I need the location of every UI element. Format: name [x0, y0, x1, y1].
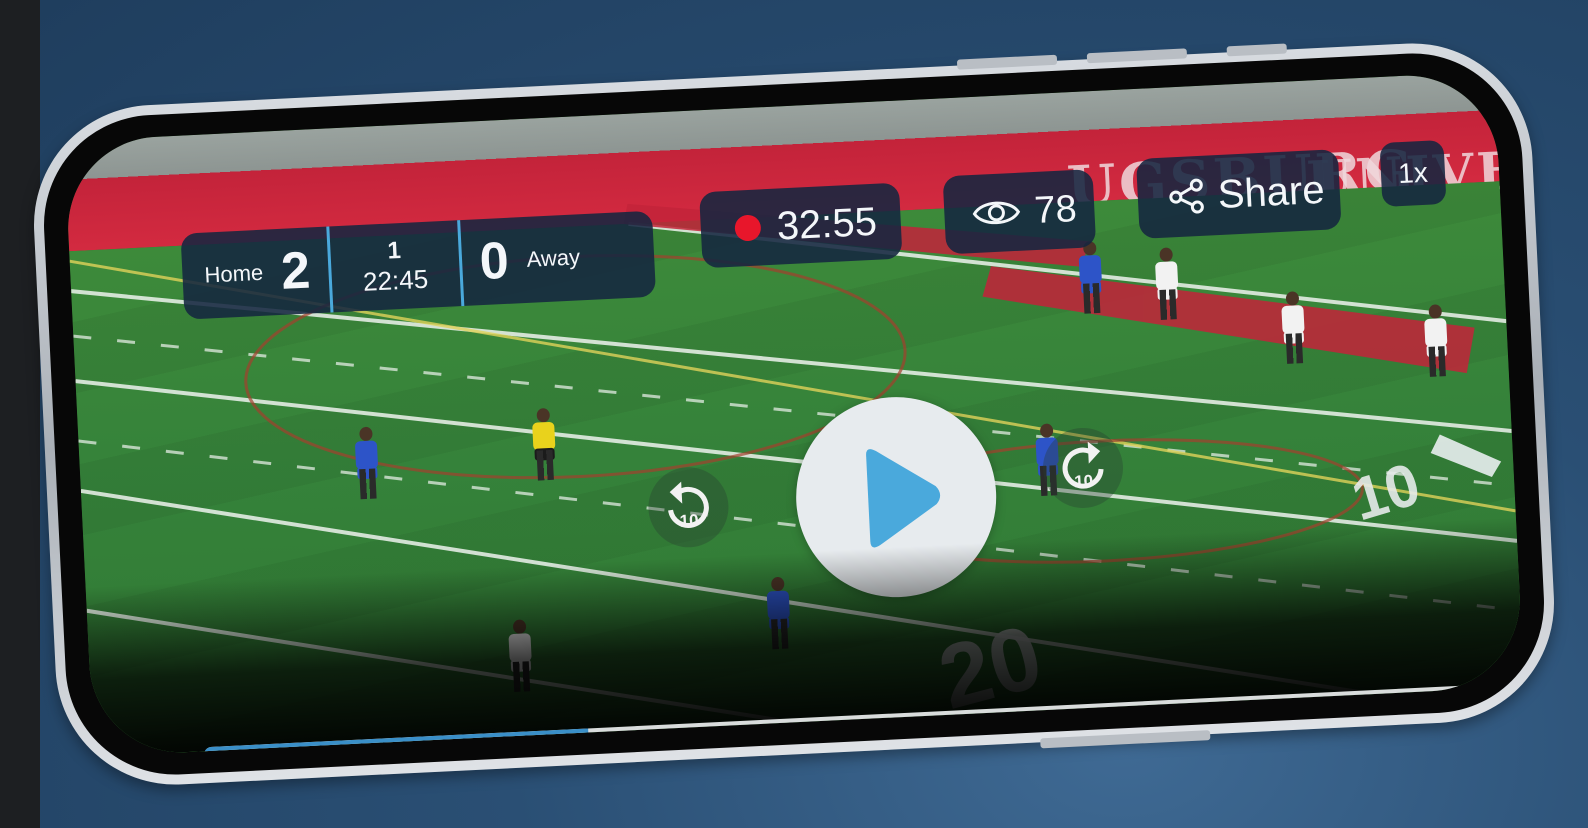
- clock-time: 22:45: [362, 263, 429, 297]
- away-team-label: Away: [526, 244, 581, 272]
- player-figure: [1154, 247, 1179, 320]
- phone-bezel: UGSBURG UNIVERSITY: [38, 48, 1550, 780]
- forward-10-label: 10: [1073, 471, 1094, 492]
- phone-side-button: [1226, 43, 1287, 57]
- phone-frame: UGSBURG UNIVERSITY: [28, 37, 1560, 791]
- play-icon: [866, 449, 941, 548]
- rewind-10-label: 10: [679, 510, 699, 531]
- viewer-count-value: 78: [1033, 187, 1078, 232]
- share-icon: [1169, 178, 1204, 214]
- phone-mockup: UGSBURG UNIVERSITY: [28, 37, 1560, 791]
- home-team-label: Home: [203, 259, 264, 288]
- live-dot-icon: [734, 214, 762, 242]
- referee-figure: [531, 407, 557, 489]
- home-score: 2: [279, 241, 312, 301]
- playback-speed-button[interactable]: 1x: [1379, 139, 1447, 208]
- share-button[interactable]: Share: [1135, 149, 1342, 239]
- viewer-count: 78: [942, 169, 1097, 255]
- eye-icon: [972, 201, 1021, 225]
- player-figure: [1281, 291, 1306, 364]
- away-score: 0: [478, 231, 511, 292]
- live-elapsed-time: 32:55: [775, 199, 878, 249]
- playback-speed-label: 1x: [1397, 156, 1429, 190]
- forward-10-button[interactable]: 10: [1041, 426, 1125, 510]
- game-clock: 1 22:45: [325, 220, 464, 313]
- player-figure: [354, 426, 380, 507]
- live-indicator: 32:55: [699, 182, 903, 269]
- rewind-10-button[interactable]: 10: [646, 465, 731, 550]
- period-number: 1: [386, 237, 402, 265]
- share-label: Share: [1216, 167, 1326, 217]
- player-figure: [1078, 241, 1103, 314]
- video-player[interactable]: UGSBURG UNIVERSITY: [63, 71, 1525, 757]
- player-figure: [1423, 304, 1448, 377]
